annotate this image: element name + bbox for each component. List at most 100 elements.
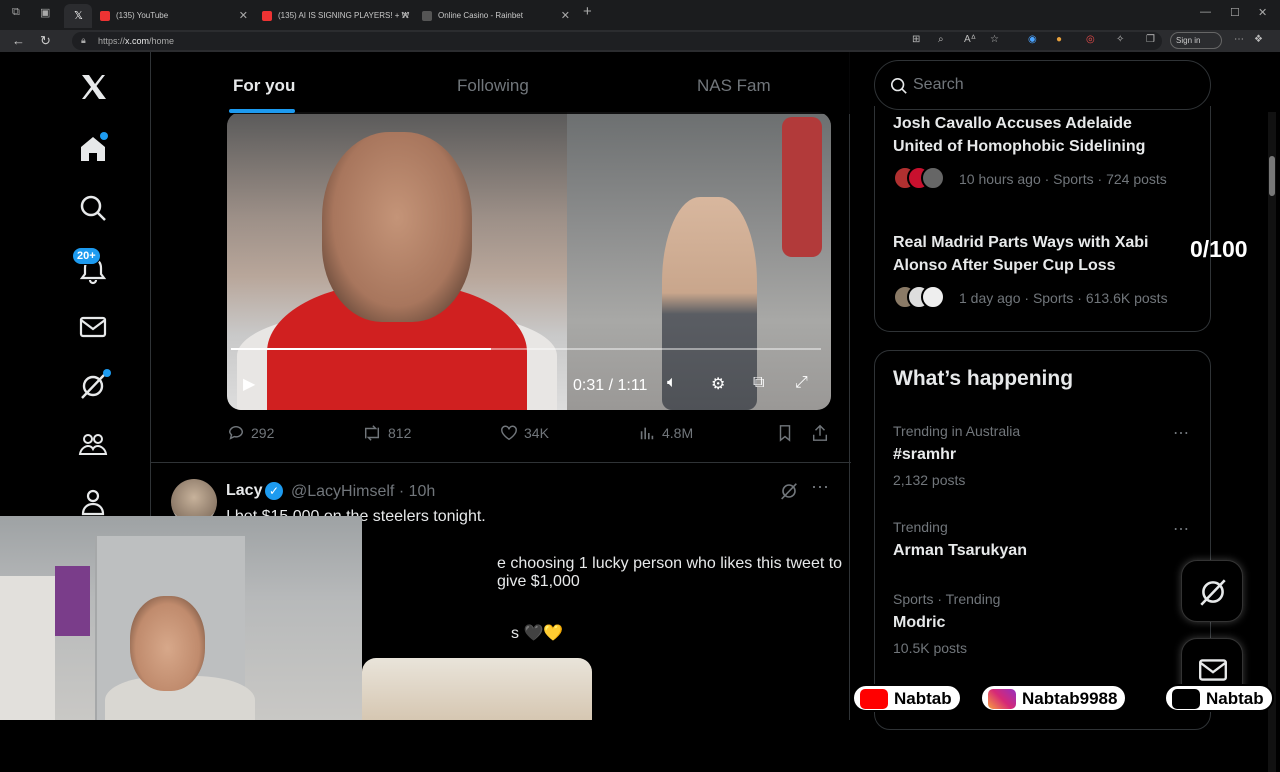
tab-nas-fam[interactable]: NAS Fam: [697, 76, 771, 96]
close-tab-icon[interactable]: ✕: [239, 9, 248, 22]
news-meta: 10 hours ago · Sports · 724 posts: [959, 171, 1167, 187]
more-options-icon[interactable]: ⋯: [811, 477, 829, 498]
communities-icon[interactable]: [78, 429, 108, 459]
apps-icon[interactable]: ⊞: [912, 34, 920, 45]
video-progress-fill: [231, 348, 491, 350]
search-input[interactable]: Search: [874, 60, 1211, 110]
right-sidebar: Search Josh Cavallo Accuses Adelaide Uni…: [874, 52, 1212, 730]
video-frame-right: [567, 112, 831, 410]
tab-youtube-2[interactable]: (135) AI IS SIGNING PLAYERS! + W ✕: [258, 4, 416, 28]
favorite-star-icon[interactable]: ☆: [990, 34, 999, 45]
instagram-logo-icon: [988, 689, 1016, 709]
tab-youtube[interactable]: (135) YouTube ✕: [96, 4, 254, 28]
repost-icon: [364, 425, 380, 441]
verified-badge-icon: ✓: [265, 482, 283, 500]
home-icon[interactable]: [78, 132, 108, 164]
tweet-text-line: e choosing 1 lucky person who likes this…: [497, 555, 843, 590]
scrollbar[interactable]: [1268, 112, 1276, 772]
youtube-favicon-icon: [262, 11, 272, 21]
news-meta: 1 day ago · Sports · 613.6K posts: [959, 290, 1168, 306]
grok-icon[interactable]: [779, 481, 799, 506]
close-window-icon[interactable]: ✕: [1258, 6, 1267, 19]
trend-name[interactable]: Arman Tsarukyan: [893, 542, 1027, 560]
copilot-icon[interactable]: ❖: [1254, 34, 1263, 45]
tab-x[interactable]: 𝕏: [64, 4, 92, 28]
views-button[interactable]: 4.8M: [638, 424, 693, 442]
grok-icon[interactable]: [78, 369, 111, 401]
messages-mail-icon[interactable]: [78, 312, 108, 342]
maximize-icon[interactable]: ☐: [1230, 6, 1240, 19]
rainbet-favicon-icon: [422, 11, 432, 21]
close-tab-icon[interactable]: ✕: [561, 9, 570, 22]
news-avatars: [893, 285, 955, 311]
minimize-icon[interactable]: —: [1200, 6, 1211, 18]
scrollbar-thumb[interactable]: [1269, 156, 1275, 196]
collections-icon[interactable]: ❐: [1146, 34, 1155, 45]
punching-bag-shape: [782, 117, 822, 257]
like-counter-overlay: 0/100: [1190, 236, 1248, 262]
url-path: /home: [149, 36, 175, 46]
zoom-icon[interactable]: ⌕: [938, 34, 944, 45]
play-icon[interactable]: ▶: [243, 374, 255, 394]
extension-icon[interactable]: ◉: [1028, 34, 1037, 45]
new-tab-button[interactable]: +: [583, 3, 592, 20]
extension-icon[interactable]: ●: [1056, 34, 1062, 45]
tab-label: (135) AI IS SIGNING PLAYERS! + W: [278, 11, 410, 20]
tweet-image[interactable]: [362, 658, 592, 720]
tweet-handle[interactable]: @LacyHimself · 10h: [291, 483, 435, 501]
tab-following[interactable]: Following: [457, 76, 529, 96]
social-handle: Nabtab: [1206, 689, 1264, 708]
tab-actions-icon[interactable]: ▣: [40, 6, 50, 19]
analytics-icon: [640, 427, 654, 440]
heart-icon: [501, 425, 517, 441]
picture-in-picture-icon[interactable]: ⧉: [753, 374, 764, 392]
explore-search-icon[interactable]: [78, 193, 108, 223]
refresh-icon[interactable]: ↻: [40, 33, 51, 49]
profile-icon[interactable]: [78, 487, 108, 517]
tiktok-handle-badge: Nabtab: [1164, 684, 1274, 712]
search-placeholder: Search: [913, 76, 964, 93]
trend-more-icon[interactable]: ⋯: [1173, 519, 1190, 539]
reply-button[interactable]: 292: [227, 424, 274, 442]
news-title[interactable]: Josh Cavallo Accuses Adelaide United of …: [893, 112, 1183, 158]
menu-dots-icon[interactable]: ⋯: [1234, 34, 1244, 45]
unread-dot: [103, 369, 111, 377]
settings-gear-icon[interactable]: ⚙: [711, 374, 725, 394]
trend-context: Trending in Australia: [893, 423, 1021, 439]
extension-icon[interactable]: ◎: [1086, 34, 1095, 45]
video-progress-bar[interactable]: [231, 348, 821, 350]
lock-icon: 🔒︎: [81, 35, 86, 45]
url-host: x.com: [125, 36, 150, 46]
bookmark-icon[interactable]: [776, 424, 800, 442]
tab-rainbet[interactable]: Online Casino - Rainbet ✕: [418, 4, 576, 28]
like-count: 34K: [524, 425, 549, 441]
trend-more-icon[interactable]: ⋯: [1173, 423, 1190, 443]
repost-button[interactable]: 812: [362, 424, 411, 442]
social-handle: Nabtab9988: [1022, 689, 1118, 708]
tab-label: (135) YouTube: [116, 11, 169, 20]
address-row: ← ↻ 🔒︎ https://x.com/home ⊞ ⌕ Aᐞ ☆ ◉ ● ◎…: [0, 30, 1280, 52]
news-title[interactable]: Real Madrid Parts Ways with Xabi Alonso …: [893, 231, 1183, 277]
video-frame-left: [227, 112, 567, 410]
read-aloud-icon[interactable]: Aᐞ: [964, 34, 976, 45]
browser-chrome: ⧉ ▣ 𝕏 (135) YouTube ✕ (135) AI IS SIGNIN…: [0, 0, 1280, 52]
tab-for-you[interactable]: For you: [233, 76, 295, 96]
volume-icon[interactable]: 🔈︎: [667, 374, 677, 392]
trend-name[interactable]: #sramhr: [893, 446, 956, 464]
x-logo-icon[interactable]: [78, 72, 108, 102]
grok-fab-button[interactable]: [1181, 560, 1243, 622]
workspaces-icon[interactable]: ⧉: [12, 6, 20, 19]
notification-count-badge: 20+: [72, 247, 101, 265]
news-avatars: [893, 166, 955, 192]
fullscreen-icon[interactable]: ⤢: [795, 374, 808, 392]
video-player[interactable]: ▶ 0:31 / 1:11 🔈︎ ⚙ ⧉ ⤢: [227, 112, 831, 410]
sign-in-button[interactable]: Sign in: [1170, 32, 1222, 49]
share-icon[interactable]: [811, 424, 835, 442]
mail-icon: [1199, 659, 1227, 681]
back-icon[interactable]: ←: [12, 33, 25, 48]
tweet-author-name[interactable]: Lacy: [226, 482, 262, 500]
close-tab-icon[interactable]: ✕: [401, 9, 410, 22]
like-button[interactable]: 34K: [500, 424, 549, 442]
trend-name[interactable]: Modric: [893, 614, 945, 632]
extensions-puzzle-icon[interactable]: ✧: [1116, 34, 1124, 45]
